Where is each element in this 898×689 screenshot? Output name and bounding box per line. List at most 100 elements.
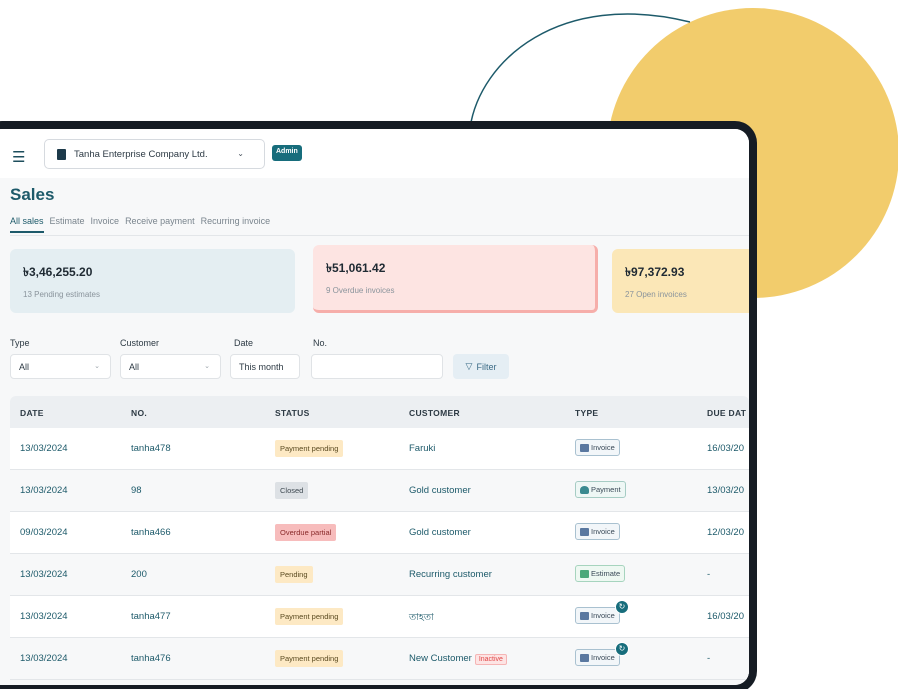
row-date: 13/03/2024 — [20, 485, 68, 496]
page-title: Sales — [10, 185, 55, 204]
row-due-date: 16/03/20 — [707, 611, 744, 622]
col-due-date[interactable]: DUE DAT — [707, 408, 746, 418]
invoice-icon — [580, 527, 589, 536]
tab-recurring-invoice[interactable]: Recurring invoice — [201, 216, 271, 233]
row-date: 13/03/2024 — [20, 653, 68, 664]
row-customer: Gold customer — [409, 485, 471, 496]
row-due-date: - — [707, 653, 711, 664]
invoice-icon — [580, 443, 589, 452]
col-no[interactable]: NO. — [131, 408, 147, 418]
type-tag: Invoice — [575, 439, 620, 456]
status-badge: Pending — [275, 566, 313, 583]
customer-filter-value: All — [129, 362, 140, 372]
status-badge: Payment pending — [275, 440, 344, 457]
table-row[interactable]: 09/03/2024 tanha466 Overdue partial Gold… — [10, 512, 749, 554]
chevron-down-icon: ⌄ — [94, 363, 100, 370]
row-no: 200 — [131, 569, 147, 580]
type-filter-select[interactable]: All ⌄ — [10, 354, 111, 379]
open-invoices-label: 27 Open invoices — [625, 290, 687, 299]
table-row[interactable]: 13/03/2024 200 Pending Recurring custome… — [10, 554, 749, 596]
app-content: ☰ Tanha Enterprise Company Ltd. ⌄ Admin … — [0, 129, 749, 685]
pending-estimates-amount: ৳3,46,255.20 — [23, 265, 93, 279]
status-badge: Payment pending — [275, 650, 344, 667]
row-date: 13/03/2024 — [20, 569, 68, 580]
row-due-date: - — [707, 569, 711, 580]
device-frame: ☰ Tanha Enterprise Company Ltd. ⌄ Admin … — [0, 121, 757, 689]
chevron-down-icon: ⌄ — [237, 149, 244, 158]
row-date: 09/03/2024 — [20, 527, 68, 538]
building-icon — [57, 148, 66, 160]
filter-button-label: Filter — [476, 361, 497, 372]
date-filter-value: This month — [239, 362, 284, 372]
type-filter-label: Type — [10, 338, 30, 348]
row-date: 13/03/2024 — [20, 443, 68, 454]
row-no: tanha478 — [131, 443, 171, 454]
table-row[interactable]: 13/03/2024 tanha477 Payment pending তাহত… — [10, 596, 749, 638]
type-label: Invoice — [591, 527, 615, 536]
funnel-icon: ▽ — [465, 361, 473, 371]
row-no: tanha466 — [131, 527, 171, 538]
type-label: Estimate — [591, 569, 621, 578]
type-label: Invoice — [591, 653, 615, 662]
stage: ☰ Tanha Enterprise Company Ltd. ⌄ Admin … — [0, 0, 898, 689]
overdue-invoices-label: 9 Overdue invoices — [326, 286, 395, 295]
row-customer: New Customer Inactive — [409, 653, 507, 665]
col-status[interactable]: STATUS — [275, 408, 310, 418]
col-date[interactable]: DATE — [20, 408, 44, 418]
table-row[interactable]: 13/03/2024 98 Closed Gold customer Payme… — [10, 470, 749, 512]
type-label: Invoice — [591, 443, 615, 452]
company-selector[interactable]: Tanha Enterprise Company Ltd. ⌄ — [44, 139, 265, 169]
row-due-date: 13/03/20 — [707, 485, 744, 496]
table-row[interactable]: 13/03/2024 tanha478 Payment pending Faru… — [10, 428, 749, 470]
pending-estimates-card[interactable]: ৳3,46,255.20 13 Pending estimates — [10, 249, 295, 313]
row-customer: তাহতা — [409, 612, 434, 623]
type-label: Invoice — [591, 611, 615, 620]
row-due-date: 16/03/20 — [707, 443, 744, 454]
filter-button[interactable]: ▽ Filter — [453, 354, 509, 379]
open-invoices-card[interactable]: ৳97,372.93 27 Open invoices — [612, 249, 749, 313]
status-badge: Overdue partial — [275, 524, 337, 541]
invoice-icon — [580, 653, 589, 662]
app-screen: ☰ Tanha Enterprise Company Ltd. ⌄ Admin … — [0, 129, 749, 685]
payment-icon — [580, 485, 589, 494]
estimate-icon — [580, 569, 589, 578]
menu-collapse-icon[interactable]: ☰ — [12, 148, 25, 166]
row-customer: Faruki — [409, 443, 436, 454]
row-no: 98 — [131, 485, 142, 496]
customer-name: New Customer — [409, 653, 472, 664]
table-row[interactable]: 13/03/2024 tanha476 Payment pending New … — [10, 638, 749, 680]
main-panel: Sales All sales Estimate Invoice Receive… — [0, 178, 749, 685]
type-tag: Payment — [575, 481, 626, 498]
recurring-icon: ↻ — [615, 642, 629, 656]
chevron-down-icon: ⌄ — [204, 363, 210, 370]
type-tag: Invoice — [575, 523, 620, 540]
customer-filter-select[interactable]: All ⌄ — [120, 354, 221, 379]
tab-receive-payment[interactable]: Receive payment — [125, 216, 195, 233]
row-due-date: 12/03/20 — [707, 527, 744, 538]
inactive-badge: Inactive — [474, 654, 507, 665]
recurring-icon: ↻ — [615, 600, 629, 614]
tab-estimate[interactable]: Estimate — [50, 216, 85, 233]
type-filter-value: All — [19, 362, 30, 372]
status-badge: Closed — [275, 482, 309, 499]
type-label: Payment — [591, 485, 621, 494]
tab-all-sales[interactable]: All sales — [10, 216, 44, 233]
tab-invoice[interactable]: Invoice — [91, 216, 120, 233]
no-filter-input[interactable] — [311, 354, 443, 379]
type-tag: Invoice — [575, 649, 620, 666]
top-bar: ☰ Tanha Enterprise Company Ltd. ⌄ Admin — [0, 129, 749, 178]
sales-tabs: All sales Estimate Invoice Receive payme… — [10, 216, 270, 233]
type-tag: Estimate — [575, 565, 626, 582]
date-filter-select[interactable]: This month — [230, 354, 300, 379]
open-invoices-amount: ৳97,372.93 — [625, 265, 685, 279]
date-filter-label: Date — [234, 338, 254, 348]
row-customer: Gold customer — [409, 527, 471, 538]
col-customer[interactable]: CUSTOMER — [409, 408, 460, 418]
type-tag: Invoice — [575, 607, 620, 624]
tabs-divider — [10, 235, 749, 236]
overdue-invoices-card[interactable]: ৳51,061.42 9 Overdue invoices — [313, 245, 598, 313]
customer-filter-label: Customer — [120, 338, 160, 348]
row-date: 13/03/2024 — [20, 611, 68, 622]
col-type[interactable]: TYPE — [575, 408, 598, 418]
invoice-icon — [580, 611, 589, 620]
